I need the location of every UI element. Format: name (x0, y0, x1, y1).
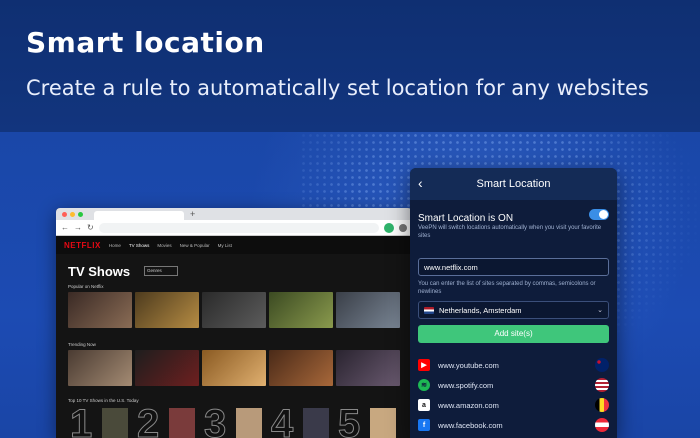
browser-tab[interactable] (94, 211, 184, 220)
site-name: www.youtube.com (438, 360, 499, 370)
title-tile[interactable] (202, 350, 266, 386)
netflix-nav: NETFLIX Home TV Shows Movies New & Popul… (56, 236, 412, 254)
usa-flag-icon[interactable] (595, 378, 609, 392)
nav-link-movies[interactable]: Movies (157, 243, 171, 248)
location-select[interactable]: Netherlands, Amsterdam ⌄ (418, 301, 609, 319)
chevron-down-icon: ⌄ (597, 307, 603, 314)
hero-banner: Smart location Create a rule to automati… (0, 0, 700, 132)
chevron-left-icon[interactable]: ‹ (418, 175, 423, 191)
title-tile[interactable] (135, 350, 199, 386)
nav-link-new-popular[interactable]: New & Popular (180, 243, 210, 248)
smart-location-toggle-row: Smart Location is ON (418, 208, 609, 224)
top10-tile[interactable]: 4 (269, 402, 333, 438)
smart-location-panel: ‹ Smart Location Smart Location is ON Ve… (410, 168, 617, 438)
minimize-dot-icon[interactable] (70, 211, 75, 217)
netflix-logo[interactable]: NETFLIX (64, 241, 101, 250)
close-dot-icon[interactable] (62, 211, 67, 217)
site-list-item[interactable]: f www.facebook.com (418, 417, 609, 433)
row-popular (68, 292, 400, 328)
site-list-item[interactable]: ▶ www.youtube.com (418, 357, 609, 373)
profile-icon[interactable] (399, 223, 407, 232)
location-select-value: Netherlands, Amsterdam (439, 305, 522, 315)
title-tile[interactable] (336, 350, 400, 386)
title-tile[interactable] (68, 350, 132, 386)
site-name: www.spotify.com (438, 380, 494, 390)
browser-url-bar: ← → ↻ (56, 220, 412, 236)
toggle-label: Smart Location is ON (418, 213, 514, 224)
veepn-extension-icon[interactable] (384, 222, 394, 233)
top10-tile[interactable]: 3 (202, 402, 266, 438)
site-name: www.amazon.com (438, 400, 499, 410)
nav-link-tv-shows[interactable]: TV Shows (129, 243, 150, 248)
youtube-icon: ▶ (418, 359, 430, 371)
title-tile[interactable] (336, 292, 400, 328)
title-tile[interactable] (68, 292, 132, 328)
row-label-trending: Trending Now (68, 342, 96, 347)
input-hint: You can enter the list of sites separate… (418, 281, 596, 296)
toggle-description: VeePN will switch locations automaticall… (418, 225, 602, 240)
hero-subtitle: Create a rule to automatically set locat… (26, 76, 649, 100)
new-tab-icon[interactable]: + (190, 209, 195, 219)
title-tile[interactable] (269, 350, 333, 386)
panel-header: ‹ Smart Location (410, 168, 617, 200)
browser-tab-bar: + (56, 208, 412, 220)
row-label-popular: Popular on Netflix (68, 284, 104, 289)
nav-link-home[interactable]: Home (109, 243, 121, 248)
belgium-flag-icon[interactable] (595, 398, 609, 412)
spotify-icon: ≋ (418, 379, 430, 391)
top10-tile[interactable]: 1 (68, 402, 132, 438)
maximize-dot-icon[interactable] (78, 211, 83, 217)
add-sites-button[interactable]: Add site(s) (418, 325, 609, 343)
top10-tile[interactable]: 2 (135, 402, 199, 438)
hero-title: Smart location (26, 26, 265, 59)
amazon-icon: a (418, 399, 430, 411)
panel-title: Smart Location (476, 178, 551, 190)
austria-flag-icon[interactable] (595, 418, 609, 432)
page-title: TV Shows (68, 264, 131, 279)
title-tile[interactable] (135, 292, 199, 328)
netherlands-flag-icon (424, 306, 434, 314)
site-list-item[interactable]: a www.amazon.com (418, 397, 609, 413)
forward-arrow-icon[interactable]: → (74, 223, 82, 232)
row-trending (68, 350, 400, 386)
site-input[interactable]: www.netflix.com (418, 258, 609, 276)
site-list-item[interactable]: ≋ www.spotify.com (418, 377, 609, 393)
genre-select[interactable]: Genres (144, 266, 178, 276)
row-top10: 1 2 3 4 5 (68, 402, 400, 438)
top10-tile[interactable]: 5 (336, 402, 400, 438)
back-arrow-icon[interactable]: ← (61, 223, 69, 232)
title-tile[interactable] (269, 292, 333, 328)
address-field[interactable] (98, 222, 379, 233)
site-name: www.facebook.com (438, 420, 503, 430)
smart-location-toggle[interactable] (589, 209, 609, 220)
reload-icon[interactable]: ↻ (87, 223, 94, 232)
facebook-icon: f (418, 419, 430, 431)
australia-flag-icon[interactable] (595, 358, 609, 372)
title-tile[interactable] (202, 292, 266, 328)
browser-window: + ← → ↻ NETFLIX Home TV Shows Movies New… (56, 208, 412, 438)
nav-link-my-list[interactable]: My List (218, 243, 232, 248)
